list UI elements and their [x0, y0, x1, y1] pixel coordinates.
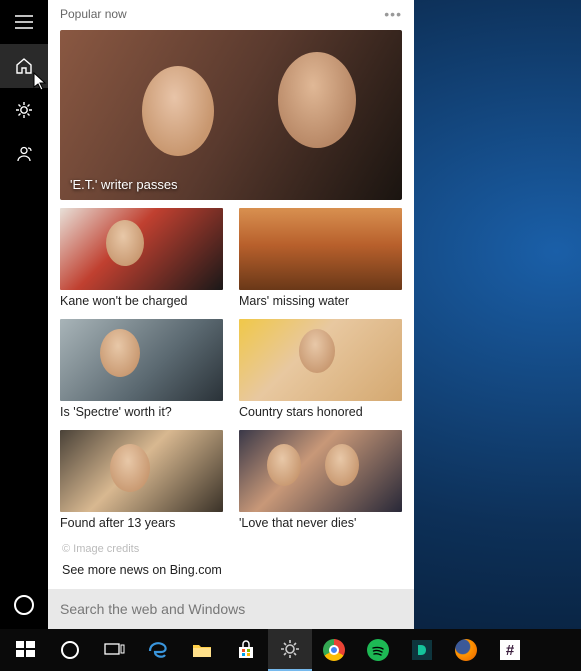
hamburger-menu-button[interactable] [0, 0, 48, 44]
home-button[interactable] [0, 44, 48, 88]
taskview-button[interactable] [92, 629, 136, 671]
spotify-button[interactable] [356, 629, 400, 671]
start-button[interactable] [4, 629, 48, 671]
windows-settings-button[interactable] [268, 629, 312, 671]
feedback-button[interactable] [0, 132, 48, 176]
hero-caption: 'E.T.' writer passes [70, 177, 178, 192]
news-caption: Found after 13 years [60, 512, 223, 537]
news-thumb [60, 430, 223, 512]
news-caption: Kane won't be charged [60, 290, 223, 315]
search-box[interactable] [48, 589, 414, 629]
news-tile[interactable]: Country stars honored [239, 319, 402, 426]
search-input[interactable] [60, 601, 402, 617]
cortana-taskbar-button[interactable] [48, 629, 92, 671]
chrome-icon [323, 639, 345, 661]
slack-button[interactable]: # [488, 629, 532, 671]
news-caption: Is 'Spectre' worth it? [60, 401, 223, 426]
cortana-sidebar [0, 0, 48, 629]
feedback-icon [14, 144, 34, 164]
more-options-button[interactable]: ••• [384, 6, 402, 22]
news-thumb [239, 430, 402, 512]
panel-header: Popular now ••• [48, 0, 414, 26]
edge-button[interactable] [136, 629, 180, 671]
cortana-content: Popular now ••• 'E.T.' writer passes Kan… [48, 0, 414, 629]
spotify-icon [367, 639, 389, 661]
news-tile[interactable]: Mars' missing water [239, 208, 402, 315]
cortana-ring-icon[interactable] [14, 595, 34, 615]
news-caption: Mars' missing water [239, 290, 402, 315]
file-explorer-button[interactable] [180, 629, 224, 671]
store-button[interactable] [224, 629, 268, 671]
news-tile[interactable]: Is 'Spectre' worth it? [60, 319, 223, 426]
taskview-icon [103, 639, 125, 661]
gear-icon [14, 100, 34, 120]
cortana-panel: Popular now ••• 'E.T.' writer passes Kan… [0, 0, 414, 629]
news-thumb [60, 208, 223, 290]
cortana-circle-icon [61, 641, 79, 659]
news-thumb [239, 319, 402, 401]
dashlane-button[interactable] [400, 629, 444, 671]
more-news-link[interactable]: See more news on Bing.com [48, 557, 414, 587]
desktop-wallpaper [414, 0, 581, 629]
news-caption: 'Love that never dies' [239, 512, 402, 537]
edge-icon [147, 639, 169, 661]
settings-button[interactable] [0, 88, 48, 132]
news-tile[interactable]: Found after 13 years [60, 430, 223, 537]
news-tile[interactable]: Kane won't be charged [60, 208, 223, 315]
slack-icon: # [500, 640, 520, 660]
hero-person-2 [278, 52, 356, 148]
chrome-button[interactable] [312, 629, 356, 671]
hero-news-tile[interactable]: 'E.T.' writer passes [60, 30, 402, 200]
hero-person-1 [142, 66, 214, 156]
news-thumb [239, 208, 402, 290]
news-grid: Kane won't be charged Mars' missing wate… [48, 208, 414, 537]
hamburger-icon [15, 15, 33, 29]
news-tile[interactable]: 'Love that never dies' [239, 430, 402, 537]
home-icon [14, 56, 34, 76]
news-thumb [60, 319, 223, 401]
dashlane-icon [412, 640, 432, 660]
gear-icon [279, 638, 301, 660]
windows-logo-icon [15, 639, 37, 661]
panel-title: Popular now [60, 7, 384, 21]
firefox-icon [455, 639, 477, 661]
folder-icon [191, 639, 213, 661]
news-caption: Country stars honored [239, 401, 402, 426]
store-icon [235, 639, 257, 661]
firefox-button[interactable] [444, 629, 488, 671]
taskbar: # [0, 629, 581, 671]
image-credits-link[interactable]: © Image credits [48, 537, 414, 557]
